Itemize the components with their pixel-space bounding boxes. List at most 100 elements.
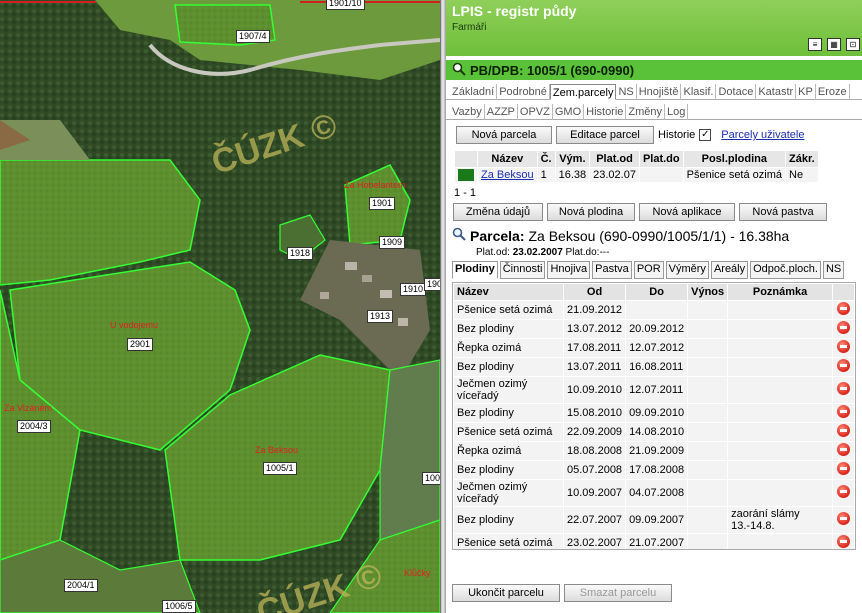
table-row[interactable]: Ječmen ozimý víceřadý 10.09.2010 12.07.201… xyxy=(453,376,855,404)
subtab-plodiny[interactable]: Plodiny xyxy=(452,261,498,279)
delete-icon[interactable] xyxy=(837,340,850,353)
table-row[interactable]: Řepka ozimá 18.08.2008 21.09.2009 xyxy=(453,441,855,461)
delete-icon[interactable] xyxy=(837,321,850,334)
subtab-odpoc-ploch[interactable]: Odpoč.ploch. xyxy=(750,261,821,279)
tab-gmo[interactable]: GMO xyxy=(553,104,585,120)
new-pasture-button[interactable]: Nová pastva xyxy=(739,203,827,221)
crop-from: 15.08.2010 xyxy=(562,403,627,423)
parcel-label[interactable]: 1910 xyxy=(400,283,427,296)
parcel-label[interactable]: 1918 xyxy=(287,247,314,260)
delete-icon[interactable] xyxy=(837,359,850,372)
subtab-arealy[interactable]: Areály xyxy=(710,261,749,279)
crop-yield xyxy=(687,300,729,320)
parcel-label[interactable]: 2901 xyxy=(127,338,154,351)
tab-zem-parcely[interactable]: Zem.parcely xyxy=(549,84,617,100)
delete-icon[interactable] xyxy=(837,424,850,437)
delete-icon[interactable] xyxy=(837,302,850,315)
table-row[interactable]: Pšenice setá ozimá 22.09.2009 14.08.2010 xyxy=(453,422,855,442)
header-toolbar: ≡ ▦ ⊡ xyxy=(808,38,860,51)
parcel-label[interactable]: 1005/1 xyxy=(263,462,297,475)
new-application-button[interactable]: Nová aplikace xyxy=(639,203,735,221)
table-row[interactable]: Bez plodiny 05.07.2008 17.08.2008 xyxy=(453,460,855,480)
lpis-panel: LPIS - registr půdy Farmáři ≡ ▦ ⊡ PB/DPB… xyxy=(446,0,862,613)
parcel-label[interactable]: 1901/10 xyxy=(326,0,365,10)
window-icon[interactable]: ▦ xyxy=(827,38,841,51)
delete-icon[interactable] xyxy=(837,443,850,456)
table-row[interactable]: Bez plodiny 13.07.2012 20.09.2012 xyxy=(453,319,855,339)
orthophoto-map[interactable] xyxy=(0,0,440,613)
crop-yield xyxy=(687,506,729,534)
map-view[interactable]: ČÚZK © ČÚZK © 1907/4 1901/10 1901 1909 1… xyxy=(0,0,440,613)
parcel-name: Za Vizáném xyxy=(4,403,52,413)
tab-podrobne[interactable]: Podrobné xyxy=(497,84,550,100)
tab-azzp[interactable]: AZZP xyxy=(485,104,518,120)
table-row[interactable]: Bez plodiny 15.08.2010 09.09.2010 xyxy=(453,403,855,423)
crop-yield xyxy=(687,403,729,423)
parcel-label[interactable]: 2004/1 xyxy=(64,579,98,592)
tab-opvz[interactable]: OPVZ xyxy=(518,104,553,120)
delete-icon[interactable] xyxy=(837,462,850,475)
delete-icon[interactable] xyxy=(837,485,850,498)
parcel-label[interactable]: 190 xyxy=(424,278,440,291)
history-checkbox[interactable]: ✓ xyxy=(699,129,712,141)
table-row[interactable]: Pšenice setá ozimá 23.02.2007 21.07.2007 xyxy=(453,533,855,549)
change-data-button[interactable]: Změna údajů xyxy=(453,203,543,221)
subtab-cinnosti[interactable]: Činnosti xyxy=(499,261,546,279)
delete-icon[interactable] xyxy=(837,405,850,418)
crop-to: 09.09.2007 xyxy=(625,506,689,534)
paging-info: 1 - 1 xyxy=(454,187,477,199)
subtab-vymery[interactable]: Výměry xyxy=(665,261,709,279)
parcel-label[interactable]: 1006/5 xyxy=(162,600,196,613)
delete-icon[interactable] xyxy=(837,535,850,548)
parcel-label[interactable]: 100 xyxy=(422,472,440,485)
print-icon[interactable]: ≡ xyxy=(808,38,822,51)
subtab-ns[interactable]: NS xyxy=(822,261,845,279)
table-row[interactable]: Za Beksou 1 16.38 23.02.07 Pšenice setá … xyxy=(454,167,819,183)
parcel-label[interactable]: 1901 xyxy=(369,197,396,210)
table-row[interactable]: Bez plodiny 13.07.2011 16.08.2011 xyxy=(453,357,855,377)
tab-dotace[interactable]: Dotace xyxy=(716,84,757,100)
table-row[interactable]: Řepka ozimá 17.08.2011 12.07.2012 xyxy=(453,338,855,358)
subtab-hnojiva[interactable]: Hnojiva xyxy=(547,261,591,279)
app-subtitle[interactable]: Farmáři xyxy=(452,22,486,33)
parcel-label[interactable]: 1909 xyxy=(379,236,406,249)
crop-from: 17.08.2011 xyxy=(562,338,627,358)
edit-parcels-button[interactable]: Editace parcel xyxy=(556,126,654,144)
tab-klasif[interactable]: Klasif. xyxy=(681,84,717,100)
expand-icon[interactable]: ⊡ xyxy=(846,38,860,51)
tab-log[interactable]: Log xyxy=(665,104,689,120)
subtab-pastva[interactable]: Pastva xyxy=(592,261,632,279)
tab-zmeny[interactable]: Změny xyxy=(626,104,666,120)
finish-parcel-button[interactable]: Ukončit parcelu xyxy=(452,584,560,602)
search-icon[interactable] xyxy=(452,62,466,79)
table-row[interactable]: Bez plodiny 22.07.2007 09.09.2007 zaorání s… xyxy=(453,506,855,534)
crop-name: Řepka ozimá xyxy=(453,338,564,358)
delete-icon[interactable] xyxy=(837,512,850,525)
user-parcels-link[interactable]: Parcely uživatele xyxy=(721,129,804,141)
tab-kp[interactable]: KP xyxy=(796,84,816,100)
new-crop-button[interactable]: Nová plodina xyxy=(547,203,635,221)
parcel-label[interactable]: 2004/3 xyxy=(17,420,51,433)
tab-vazby[interactable]: Vazby xyxy=(450,104,485,120)
parcel-label[interactable]: 1913 xyxy=(367,310,394,323)
delete-icon[interactable] xyxy=(837,382,850,395)
subtab-por[interactable]: POR xyxy=(633,261,664,279)
column-header: Do xyxy=(625,283,689,301)
tab-eroze[interactable]: Eroze xyxy=(816,84,850,100)
new-parcel-button[interactable]: Nová parcela xyxy=(456,126,552,144)
parcel-number: 1 xyxy=(536,167,556,183)
tab-historie[interactable]: Historie xyxy=(584,104,627,120)
table-row[interactable]: Pšenice setá ozimá 21.09.2012 xyxy=(453,300,855,320)
search-icon[interactable] xyxy=(452,227,466,244)
table-row[interactable]: Ječmen ozimý víceřadý 10.09.2007 04.07.200… xyxy=(453,479,855,507)
delete-cell xyxy=(832,319,855,339)
parcel-label[interactable]: 1907/4 xyxy=(236,30,270,43)
delete-parcel-button[interactable]: Smazat parcelu xyxy=(564,584,672,602)
tab-hnojiste[interactable]: Hnojiště xyxy=(637,84,682,100)
tab-katastr[interactable]: Katastr xyxy=(756,84,797,100)
tab-ns[interactable]: NS xyxy=(616,84,637,100)
tab-zakladni[interactable]: Základní xyxy=(450,84,498,100)
crop-yield xyxy=(687,533,729,549)
parcel-name-link[interactable]: Za Beksou xyxy=(481,169,534,181)
delete-cell xyxy=(832,479,855,507)
